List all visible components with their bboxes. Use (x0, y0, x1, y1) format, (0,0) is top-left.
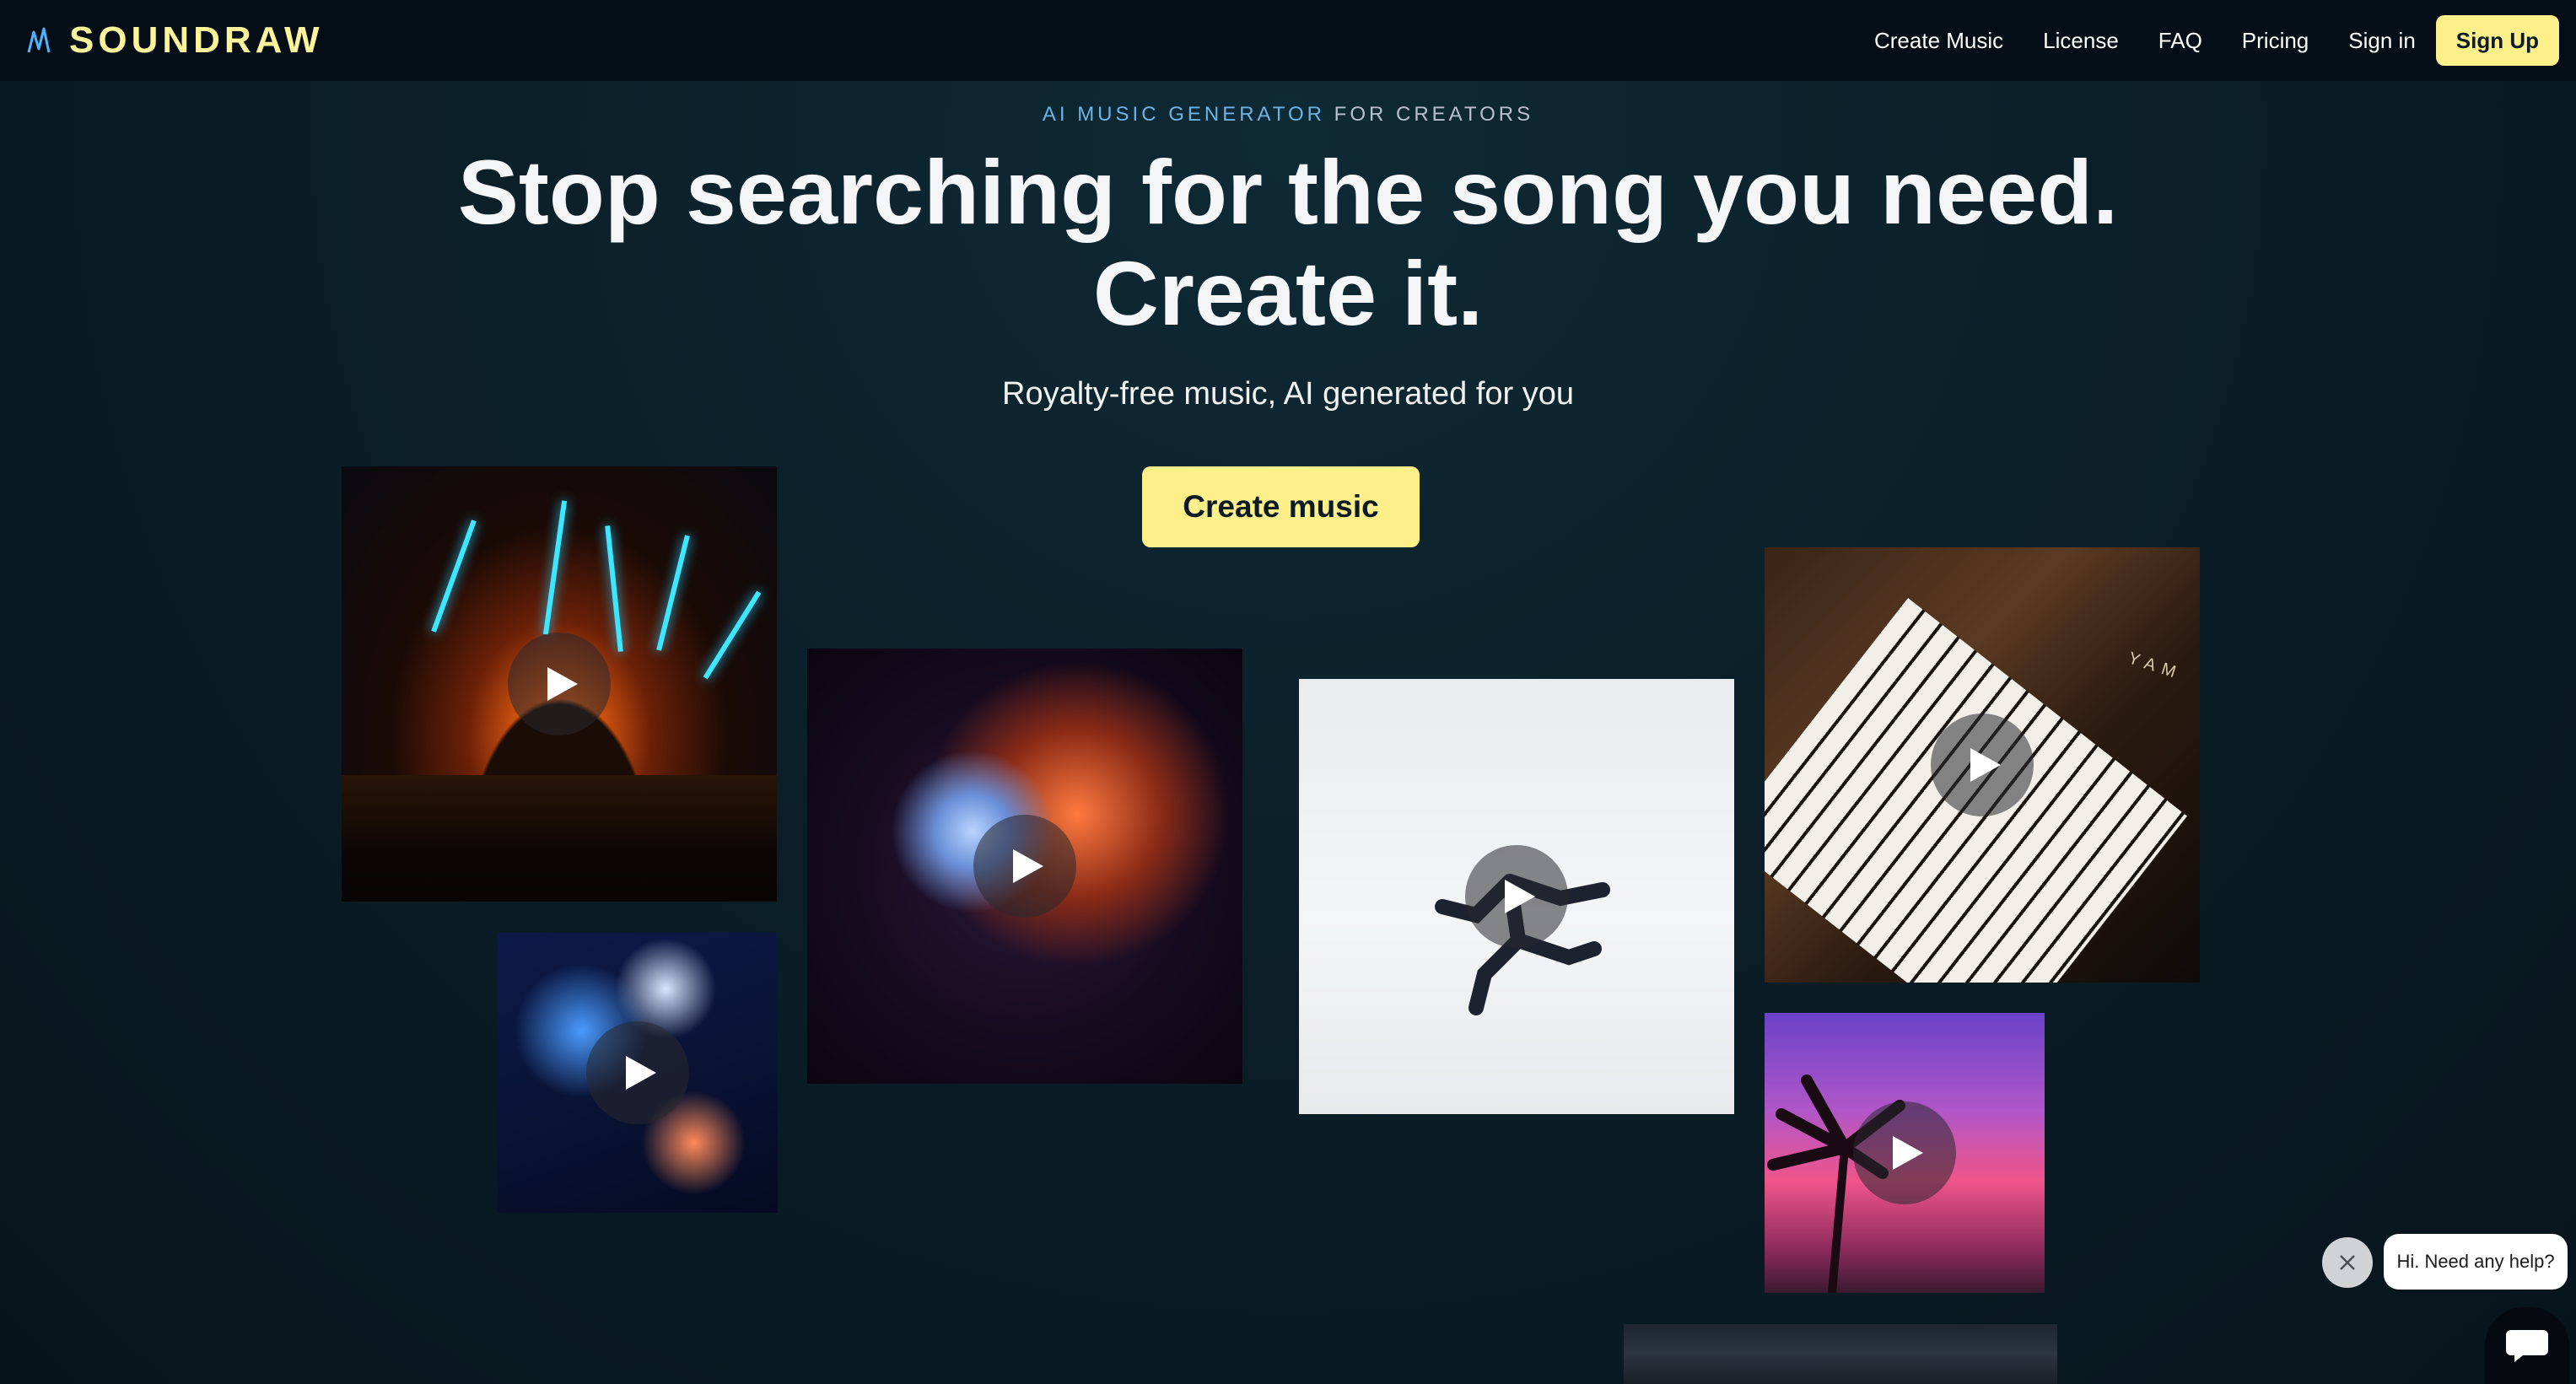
video-tile-microphone[interactable] (1624, 1324, 2057, 1384)
piano-brand: YAM (2126, 649, 2185, 684)
chat-icon[interactable] (2485, 1307, 2569, 1384)
video-tile-dancer[interactable] (1299, 679, 1734, 1114)
waveform-icon (27, 27, 51, 53)
hero-title-line1: Stop searching for the song you need. (457, 141, 2119, 243)
play-icon[interactable] (1931, 714, 2034, 816)
play-icon[interactable] (508, 633, 611, 735)
kicker-part-a: AI MUSIC GENERATOR (1042, 103, 1325, 126)
video-tile-city-night[interactable] (498, 933, 778, 1213)
hero-subtitle: Royalty-free music, AI generated for you (1002, 376, 1574, 412)
light-beam (542, 500, 568, 635)
play-icon[interactable] (973, 815, 1076, 918)
kicker-part-b: FOR CREATORS (1325, 103, 1534, 126)
nav-license[interactable]: License (2043, 28, 2119, 54)
light-beam (431, 520, 477, 633)
light-beam (605, 525, 623, 652)
video-tile-disco-ball[interactable] (807, 649, 1242, 1084)
sign-up-button[interactable]: Sign Up (2435, 15, 2559, 66)
close-icon[interactable] (2322, 1237, 2373, 1288)
logo-text: SOUNDRAW (69, 19, 324, 61)
video-tile-piano[interactable]: YAM (1765, 547, 2200, 983)
play-icon[interactable] (586, 1021, 689, 1124)
create-music-button[interactable]: Create music (1142, 466, 1420, 547)
nav-pricing[interactable]: Pricing (2242, 28, 2309, 54)
nav-faq[interactable]: FAQ (2158, 28, 2202, 54)
top-nav: SOUNDRAW Create Music License FAQ Pricin… (0, 0, 2576, 81)
light-beam (703, 590, 762, 680)
play-icon[interactable] (1853, 1101, 1956, 1204)
light-beam (656, 535, 690, 651)
crowd-silhouette (342, 775, 777, 902)
logo[interactable]: SOUNDRAW (27, 19, 324, 62)
hero-title-line2: Create it. (1092, 242, 1484, 344)
nav-sign-in[interactable]: Sign in (2348, 28, 2416, 54)
video-tile-concert[interactable] (342, 466, 777, 902)
hero-kicker: AI MUSIC GENERATOR FOR CREATORS (0, 103, 2576, 127)
nav-create-music[interactable]: Create Music (1874, 28, 2003, 54)
video-tile-palm-sunset[interactable] (1765, 1013, 2045, 1293)
hero-title: Stop searching for the song you need. Cr… (0, 142, 2576, 344)
play-icon[interactable] (1465, 845, 1568, 948)
chat-greeting[interactable]: Hi. Need any help? (2384, 1234, 2568, 1290)
